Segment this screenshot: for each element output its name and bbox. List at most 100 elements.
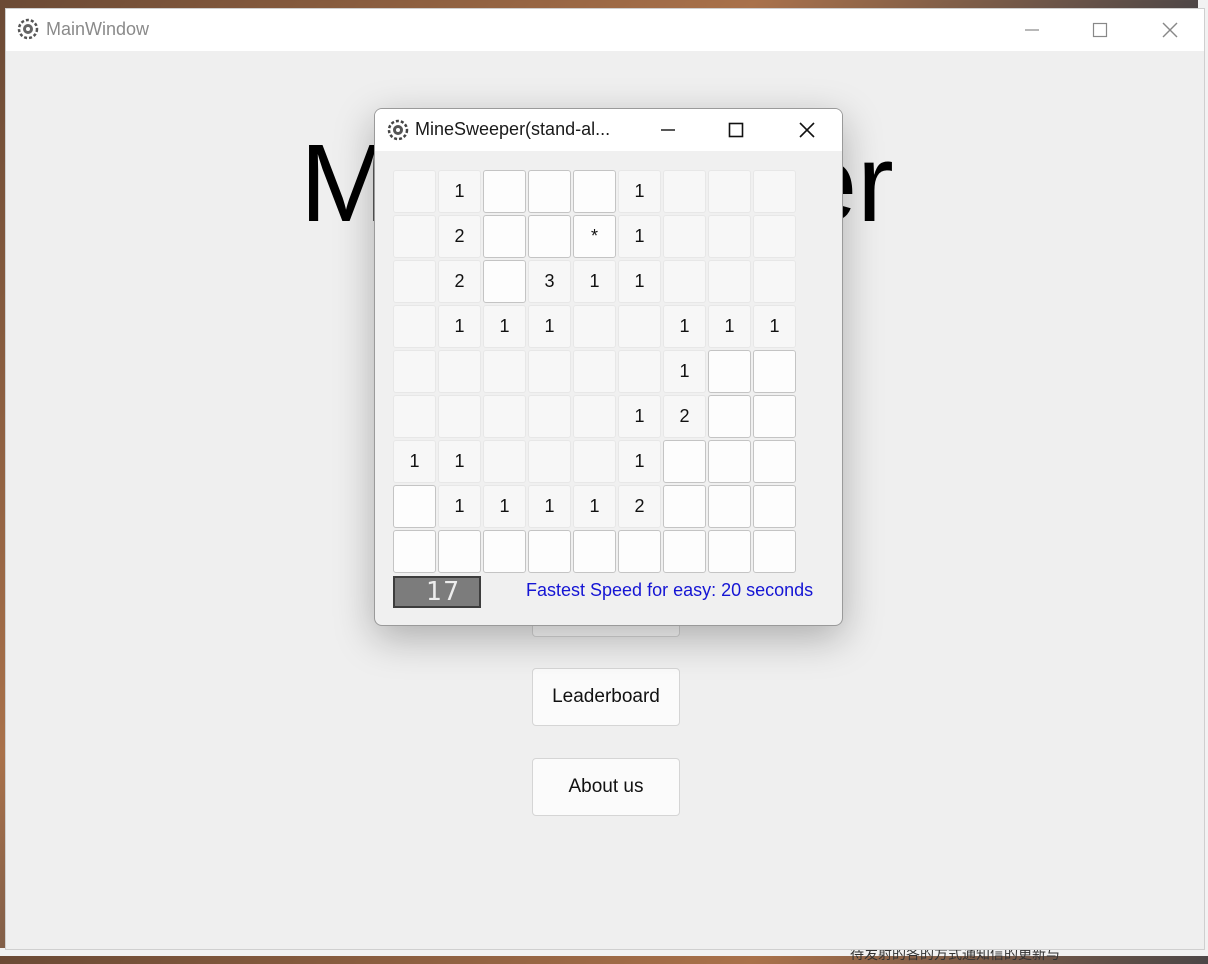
mine-cell[interactable] <box>528 440 571 483</box>
mine-cell[interactable] <box>393 395 436 438</box>
mine-cell[interactable] <box>708 350 751 393</box>
mine-cell[interactable] <box>393 215 436 258</box>
mine-cell[interactable] <box>438 530 481 573</box>
app-gear-icon <box>17 18 39 40</box>
mine-cell[interactable] <box>663 260 706 303</box>
mine-cell[interactable]: 1 <box>573 485 616 528</box>
mine-cell[interactable] <box>708 485 751 528</box>
mine-cell[interactable] <box>618 530 661 573</box>
mine-cell[interactable]: 1 <box>663 305 706 348</box>
mine-cell[interactable] <box>573 530 616 573</box>
main-minimize-button[interactable] <box>1002 9 1062 51</box>
mine-cell[interactable] <box>438 350 481 393</box>
mine-cell[interactable] <box>618 350 661 393</box>
mine-cell[interactable]: 1 <box>618 395 661 438</box>
mine-cell[interactable] <box>528 215 571 258</box>
mine-cell[interactable]: 1 <box>618 215 661 258</box>
mine-cell[interactable] <box>393 350 436 393</box>
mine-cell[interactable] <box>573 350 616 393</box>
mine-cell[interactable] <box>663 215 706 258</box>
mine-cell[interactable] <box>753 350 796 393</box>
mine-counter-display: 17 <box>393 576 481 608</box>
mine-cell[interactable]: 1 <box>528 485 571 528</box>
main-maximize-button[interactable] <box>1070 9 1130 51</box>
mine-cell[interactable]: 1 <box>708 305 751 348</box>
mine-cell[interactable]: 1 <box>573 260 616 303</box>
dialog-title: MineSweeper(stand-al... <box>415 119 611 139</box>
mine-cell[interactable] <box>483 260 526 303</box>
mine-cell[interactable] <box>573 170 616 213</box>
mine-cell[interactable] <box>663 440 706 483</box>
dialog-minimize-button[interactable] <box>637 109 699 151</box>
mine-cell[interactable] <box>393 530 436 573</box>
mine-cell[interactable] <box>528 395 571 438</box>
mine-cell[interactable] <box>663 485 706 528</box>
mine-cell[interactable]: 1 <box>393 440 436 483</box>
mine-cell[interactable] <box>393 260 436 303</box>
mine-cell[interactable] <box>573 305 616 348</box>
mine-cell[interactable] <box>393 485 436 528</box>
mine-cell[interactable] <box>753 530 796 573</box>
mine-cell[interactable] <box>753 260 796 303</box>
mine-cell[interactable] <box>708 440 751 483</box>
mine-cell[interactable] <box>753 215 796 258</box>
mine-cell[interactable] <box>618 305 661 348</box>
dialog-maximize-button[interactable] <box>705 109 767 151</box>
mine-cell[interactable] <box>708 530 751 573</box>
mine-cell[interactable] <box>753 170 796 213</box>
mine-cell[interactable] <box>663 530 706 573</box>
mine-cell[interactable] <box>573 395 616 438</box>
mine-cell[interactable]: 1 <box>438 485 481 528</box>
minesweeper-dialog: MineSweeper(stand-al... 1 1 2 * 1 2 3 1 1 1 1 1 1 1 1 1… <box>374 108 843 626</box>
mine-cell[interactable] <box>438 395 481 438</box>
mine-cell[interactable] <box>528 350 571 393</box>
mine-cell[interactable]: * <box>573 215 616 258</box>
mine-cell[interactable]: 1 <box>618 260 661 303</box>
mine-cell[interactable] <box>708 215 751 258</box>
mine-cell[interactable]: 1 <box>663 350 706 393</box>
mine-cell[interactable] <box>528 170 571 213</box>
mine-cell[interactable] <box>708 260 751 303</box>
mine-cell[interactable] <box>663 170 706 213</box>
main-titlebar[interactable]: MainWindow <box>6 9 1204 51</box>
mine-cell[interactable] <box>528 530 571 573</box>
mine-cell[interactable]: 1 <box>483 305 526 348</box>
dialog-titlebar[interactable]: MineSweeper(stand-al... <box>375 109 842 151</box>
mine-cell[interactable] <box>753 395 796 438</box>
mine-cell[interactable]: 1 <box>438 440 481 483</box>
main-window-title: MainWindow <box>46 19 150 39</box>
mine-cell[interactable] <box>483 350 526 393</box>
mine-cell[interactable] <box>483 395 526 438</box>
mine-cell[interactable]: 1 <box>528 305 571 348</box>
mine-cell[interactable]: 1 <box>438 170 481 213</box>
mine-cell[interactable] <box>708 170 751 213</box>
mine-cell[interactable]: 3 <box>528 260 571 303</box>
mine-cell[interactable] <box>393 305 436 348</box>
mine-cell[interactable] <box>393 170 436 213</box>
leaderboard-button[interactable]: Leaderboard <box>532 668 680 726</box>
mine-cell[interactable]: 2 <box>438 215 481 258</box>
mine-cell[interactable]: 1 <box>618 170 661 213</box>
mine-cell[interactable] <box>573 440 616 483</box>
fastest-speed-label: Fastest Speed for easy: 20 seconds <box>526 580 814 600</box>
mine-cell[interactable]: 1 <box>483 485 526 528</box>
mine-cell[interactable]: 1 <box>618 440 661 483</box>
main-close-button[interactable] <box>1140 9 1200 51</box>
minimize-icon <box>661 129 675 131</box>
mine-cell[interactable] <box>483 215 526 258</box>
close-icon <box>1162 22 1178 38</box>
mine-cell[interactable]: 2 <box>618 485 661 528</box>
dialog-close-button[interactable] <box>776 109 838 151</box>
mine-cell[interactable] <box>708 395 751 438</box>
mine-cell[interactable] <box>483 170 526 213</box>
mine-cell[interactable]: 1 <box>438 305 481 348</box>
mine-cell[interactable] <box>753 485 796 528</box>
about-us-button[interactable]: About us <box>532 758 680 816</box>
mine-cell[interactable] <box>483 440 526 483</box>
mine-cell[interactable]: 2 <box>663 395 706 438</box>
mine-cell[interactable]: 1 <box>753 305 796 348</box>
mine-cell[interactable] <box>483 530 526 573</box>
minefield-grid: 1 1 2 * 1 2 3 1 1 1 1 1 1 1 1 1 1 2 1 1 1 1 1 1 1 2 <box>393 170 796 573</box>
mine-cell[interactable]: 2 <box>438 260 481 303</box>
mine-cell[interactable] <box>753 440 796 483</box>
